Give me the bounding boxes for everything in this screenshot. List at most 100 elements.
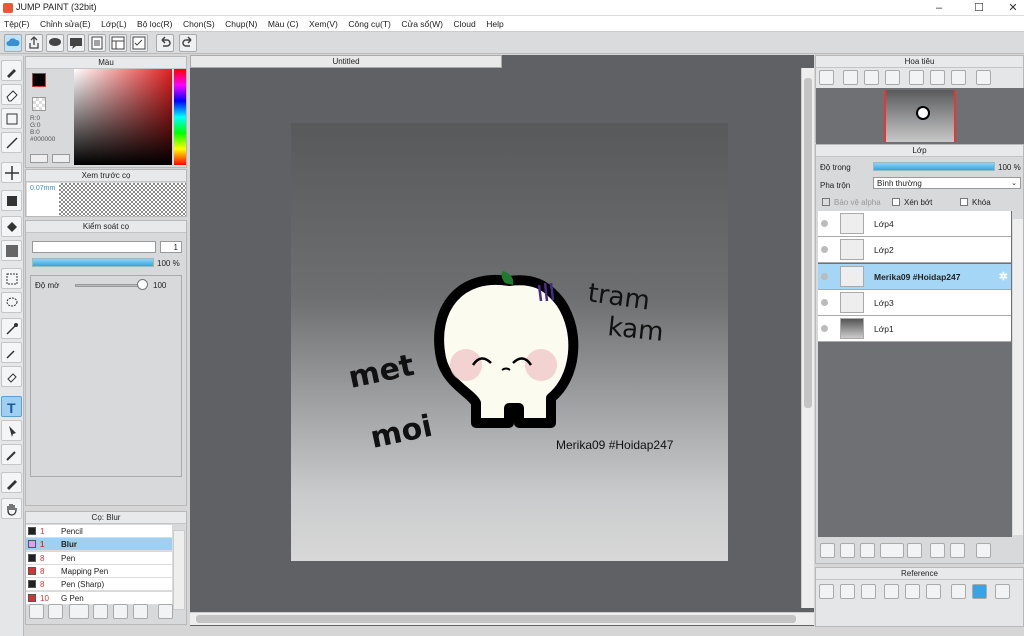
pen-tool-icon[interactable] [1,472,22,493]
hand-tool-icon[interactable] [1,498,22,519]
layer-copy-icon[interactable] [930,543,945,558]
color-set-button[interactable] [52,154,70,163]
eraser-tool-icon[interactable] [1,84,22,105]
ref-rotate-icon[interactable] [995,584,1010,599]
color-saturation-picker[interactable] [74,69,172,165]
layer-row[interactable]: Merika09 #Hoidap247 ✲ [818,263,1011,290]
nav-zoom-actual-icon[interactable] [843,70,858,85]
brush-size-input[interactable]: 1 [160,241,182,253]
brush-add-menu-icon[interactable] [69,604,89,619]
gradient-tool-icon[interactable] [1,240,22,261]
brush-item[interactable]: 1 Pencil [26,525,172,538]
menu-cloud[interactable]: Cloud [450,16,480,29]
brush-delete-icon[interactable] [158,604,173,619]
close-button[interactable]: ✕ [996,0,1024,16]
canvas-horizontal-scrollbar[interactable] [190,612,814,625]
ref-zoom-in-icon[interactable] [884,584,899,599]
fill-rect-icon[interactable] [1,190,22,211]
ref-cloud-icon[interactable] [819,584,834,599]
protect-alpha-checkbox[interactable] [822,198,830,206]
blend-mode-select[interactable]: Bình thường ⌄ [873,177,1021,189]
foreground-color-swatch[interactable] [32,73,46,87]
export-icon[interactable] [25,34,43,52]
menu-capture[interactable]: Chụp(N) [221,16,261,29]
canvas-hscroll-thumb[interactable] [196,615,796,623]
menu-tools[interactable]: Công cụ(T) [344,16,395,29]
layer-row[interactable]: Lớp4 [818,211,1011,237]
brush-cloud-icon[interactable] [29,604,44,619]
redo-icon[interactable] [179,34,197,52]
brush-new-icon[interactable] [48,604,63,619]
select-eraser-icon[interactable] [1,366,22,387]
layer-delete-icon[interactable] [976,543,991,558]
speech-bubble-icon[interactable] [46,34,64,52]
minimize-button[interactable]: – [922,0,956,16]
menu-help[interactable]: Help [482,16,507,29]
navigator-thumbnail[interactable] [884,90,956,142]
canvas-vertical-scrollbar[interactable] [801,68,814,608]
operation-tool-icon[interactable] [1,420,22,441]
page-icon[interactable] [88,34,106,52]
menu-filter[interactable]: Bộ lọc(R) [133,16,176,29]
cloud-icon[interactable] [4,34,22,52]
clip-checkbox[interactable] [892,198,900,206]
brush-list-scrollbar[interactable] [173,530,185,610]
layer-opacity-bar[interactable] [873,162,995,171]
menu-file[interactable]: Tệp(F) [0,16,34,29]
layer-row[interactable]: Lớp1 [818,316,1011,343]
layout-icon[interactable] [109,34,127,52]
brush-folder-icon[interactable] [113,604,128,619]
brush-item[interactable]: 1 Blur [26,538,172,552]
layer-new-8bit-icon[interactable] [840,543,855,558]
layer-new-1bit-icon[interactable] [860,543,875,558]
ref-hand-icon[interactable] [972,584,987,599]
select-tool-icon[interactable] [1,268,22,289]
brush-item[interactable]: 8 Pen (Sharp) [26,578,172,592]
brush-item[interactable]: 10 G Pen [26,591,172,605]
nav-rotate-right-icon[interactable] [951,70,966,85]
ref-eyedropper-icon[interactable] [951,584,966,599]
comment-icon[interactable] [67,34,85,52]
lasso-tool-icon[interactable] [1,292,22,313]
navigator-preview-area[interactable] [816,88,1024,144]
text-tool-icon[interactable]: T [1,396,22,417]
blur-slider-thumb[interactable] [137,279,148,290]
bucket-tool-icon[interactable] [1,216,22,237]
ref-fit-icon[interactable] [905,584,920,599]
nav-rotate-left-icon[interactable] [909,70,924,85]
menu-layer[interactable]: Lớp(L) [97,16,130,29]
brush-opacity-bar[interactable] [32,258,154,267]
move-tool-icon[interactable] [1,162,22,183]
menu-select[interactable]: Chọn(S) [179,16,219,29]
brush-item[interactable]: 8 Mapping Pen [26,564,172,578]
layer-row[interactable]: Lớp3 [818,289,1011,316]
nav-zoom-in-icon[interactable] [819,70,834,85]
ref-open-icon[interactable] [840,584,855,599]
gear-icon[interactable]: ✲ [999,270,1008,283]
layer-visibility-icon[interactable] [821,220,828,227]
menu-window[interactable]: Cửa sổ(W) [397,16,447,29]
rect-select-icon[interactable] [1,108,22,129]
lock-checkbox[interactable] [960,198,968,206]
menu-color[interactable]: Màu (C) [264,16,303,29]
layer-row[interactable]: Lớp2 [818,237,1011,264]
canvas-vscroll-thumb[interactable] [804,78,812,408]
brush-size-slider[interactable] [32,241,156,253]
color-history-button[interactable] [30,154,48,163]
layer-visibility-icon[interactable] [821,325,828,333]
brush-copy-icon[interactable] [133,604,148,619]
document-tab[interactable]: Untitled [190,55,502,68]
layer-new-icon[interactable] [820,543,835,558]
eyedropper-icon[interactable] [1,444,22,465]
nav-flip-icon[interactable] [976,70,991,85]
brush-tool-icon[interactable] [1,60,22,81]
layer-visibility-icon[interactable] [821,272,828,280]
magic-wand-icon[interactable] [1,318,22,339]
nav-fit-icon[interactable] [864,70,879,85]
layer-folder-icon[interactable] [907,543,922,558]
brush-item[interactable]: 8 Pen [26,551,172,565]
layer-visibility-icon[interactable] [821,246,828,254]
checklist-icon[interactable] [130,34,148,52]
artwork-canvas[interactable]: met moi tram kam Merika09 #Hoidap247 [291,123,728,561]
layer-add-menu-icon[interactable] [880,543,904,558]
